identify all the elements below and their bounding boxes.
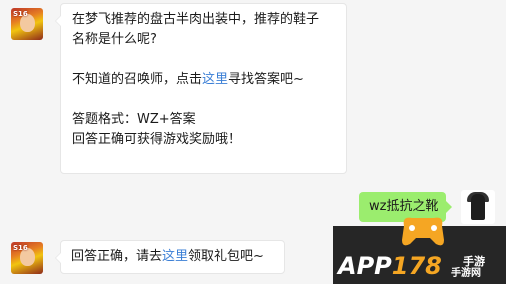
watermark-cn-short: 手游 — [463, 255, 485, 268]
user-figure-icon — [471, 194, 485, 220]
answer-bubble: 回答正确，请去这里领取礼包吧~ — [55, 240, 285, 274]
bot-avatar[interactable]: S16 — [11, 8, 43, 40]
format-line: 答题格式：WZ+答案 — [72, 112, 196, 127]
hint-suffix: 寻找答案吧~ — [228, 72, 304, 87]
question-line-2: 名称是什么呢? — [72, 32, 157, 47]
answer-suffix: 领取礼包吧~ — [188, 249, 264, 264]
answer-line: 回答正确，请去这里领取礼包吧~ — [71, 247, 284, 267]
watermark-app: APP — [338, 252, 392, 280]
question-bubble: 在梦飞推荐的盘古半肉出装中，推荐的鞋子 名称是什么呢? 不知道的召唤师，点击这里… — [55, 3, 347, 174]
user-avatar[interactable] — [461, 190, 495, 224]
avatar-badge-2: S16 — [13, 244, 28, 252]
watermark-logo-text: APP178 — [338, 252, 442, 280]
hint-prefix: 不知道的召唤师，点击 — [72, 72, 203, 87]
question-line-1: 在梦飞推荐的盘古半肉出装中，推荐的鞋子 — [72, 12, 320, 27]
avatar-badge: S16 — [13, 10, 28, 18]
gift-link[interactable]: 这里 — [162, 249, 188, 264]
watermark-cn-site: 手游网 — [451, 268, 481, 279]
hint-line: 不知道的召唤师，点击这里寻找答案吧~ — [72, 70, 346, 90]
bot-avatar-2[interactable]: S16 — [11, 242, 43, 274]
answer-prefix: 回答正确，请去 — [71, 249, 163, 264]
gamepad-logo-icon — [402, 217, 444, 246]
watermark-num: 178 — [391, 252, 442, 280]
reward-line: 回答正确可获得游戏奖励哦！ — [72, 132, 242, 147]
answer-link[interactable]: 这里 — [202, 72, 228, 87]
